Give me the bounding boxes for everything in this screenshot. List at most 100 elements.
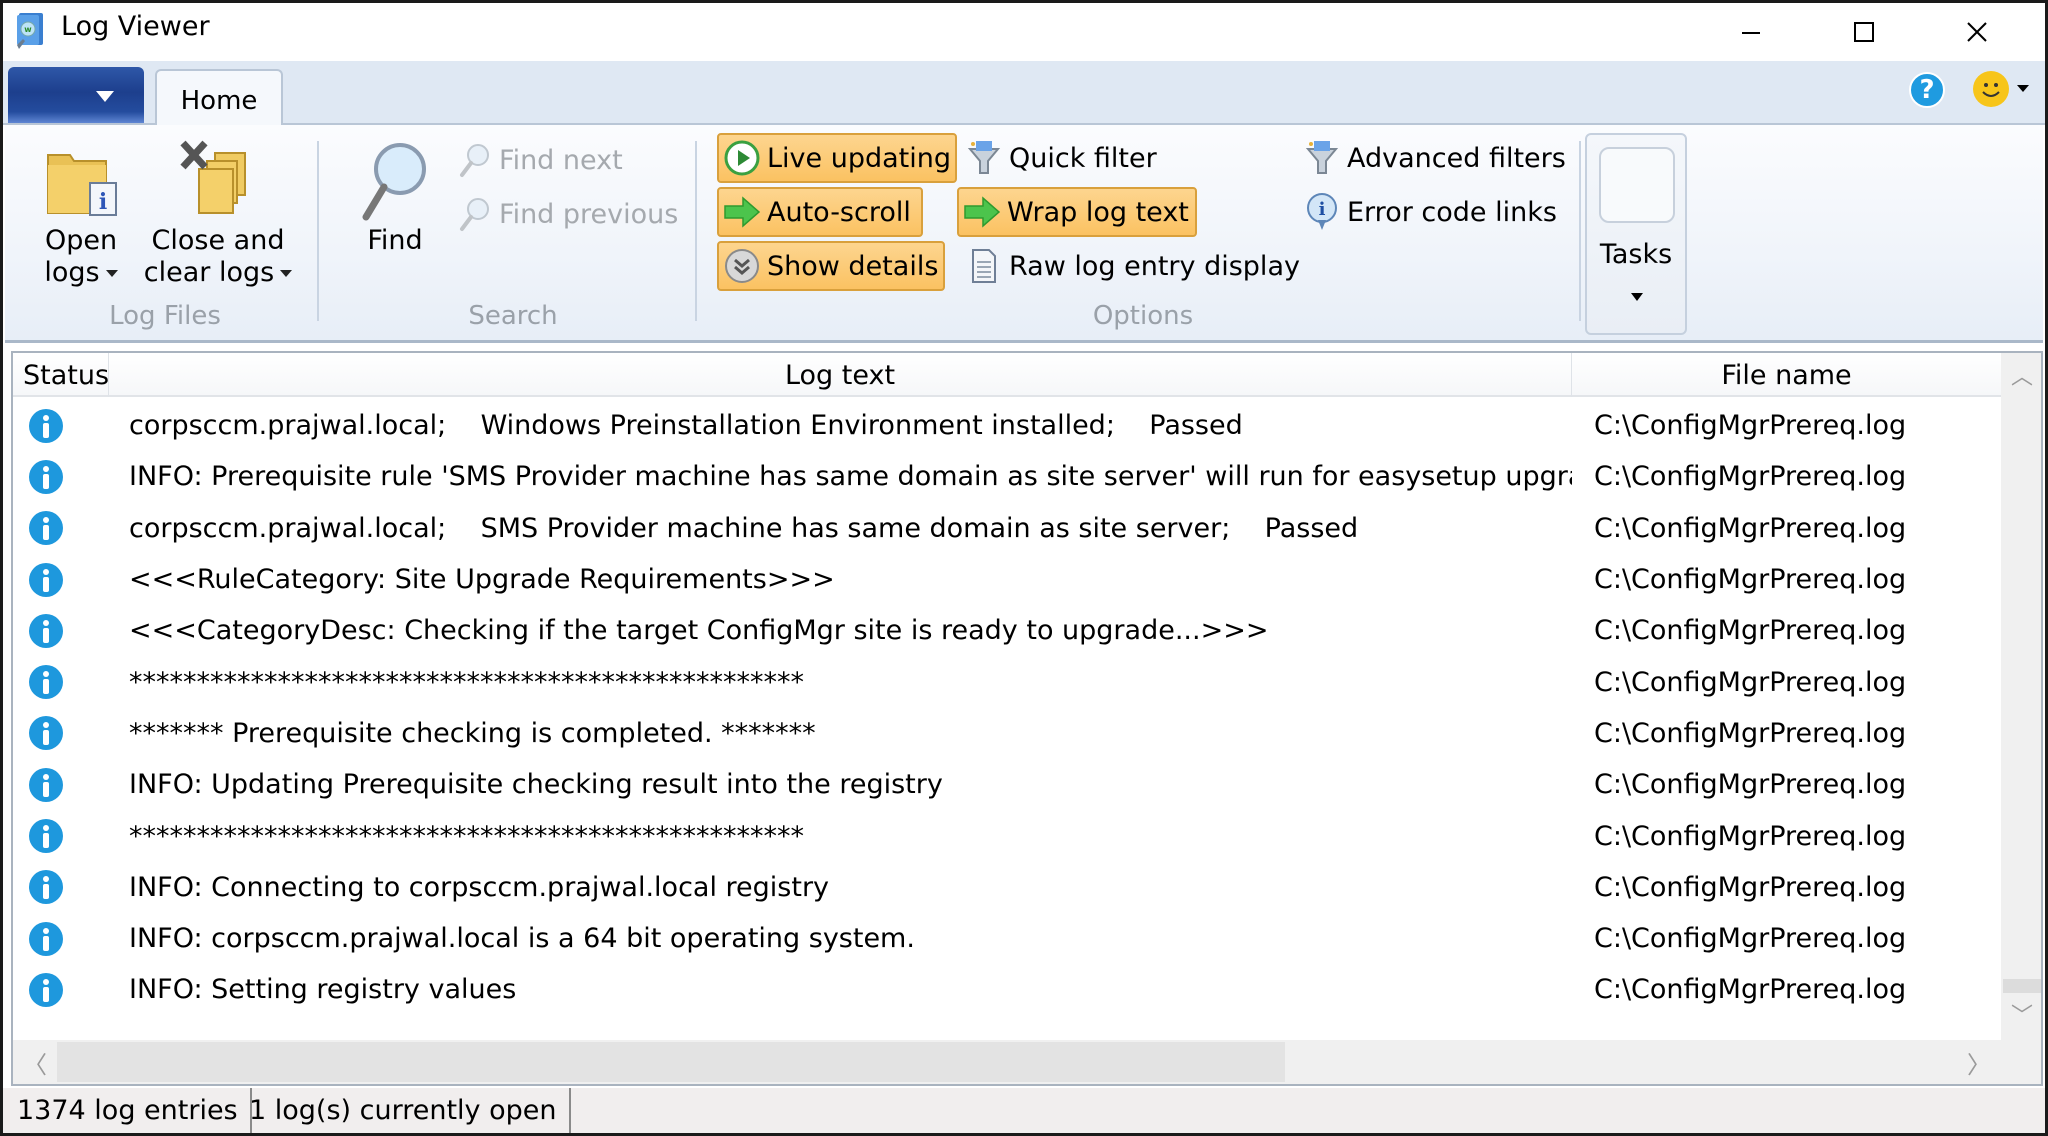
maximize-button[interactable]: [1808, 3, 1920, 61]
column-header-status[interactable]: Status: [13, 353, 109, 397]
file-name-cell: C:\ConfigMgrPrereq.log: [1594, 974, 1907, 1006]
log-text-cell: ******* Prerequisite checking is complet…: [129, 717, 816, 749]
minimize-icon: [1742, 32, 1760, 34]
grid-header: Status Log text File name: [13, 353, 2001, 397]
magnifier-icon: [362, 143, 426, 221]
find-next-button[interactable]: Find next: [451, 135, 631, 185]
file-name-cell: C:\ConfigMgrPrereq.log: [1594, 717, 1907, 749]
log-text-cell: INFO: Updating Prerequisite checking res…: [129, 769, 943, 801]
find-button[interactable]: Find: [345, 139, 445, 257]
app-log-icon: w: [17, 13, 43, 49]
log-text-cell: INFO: Setting registry values: [129, 974, 517, 1006]
info-icon: [29, 613, 63, 648]
column-header-log-text[interactable]: Log text: [109, 353, 1572, 397]
table-row[interactable]: INFO: Setting registry values C:\ConfigMg…: [13, 964, 2001, 1015]
table-row[interactable]: <<<RuleCategory: Site Upgrade Requiremen…: [13, 554, 2001, 605]
scroll-left-icon[interactable]: 〈: [13, 1040, 57, 1084]
status-cell: [13, 562, 109, 597]
column-header-file-name[interactable]: File name: [1572, 353, 2001, 397]
title-bar: w Log Viewer: [3, 3, 2045, 61]
log-text-cell: <<<CategoryDesc: Checking if the target …: [129, 615, 1269, 647]
status-cell: [13, 767, 109, 802]
log-text-cell: INFO: Connecting to corpsccm.prajwal.loc…: [129, 871, 830, 903]
log-entries-grid: Status Log text File name corpsccm.prajw…: [11, 351, 2043, 1086]
close-icon: [1967, 22, 1987, 42]
file-name-cell: C:\ConfigMgrPrereq.log: [1594, 820, 1907, 852]
ribbon-separator: [317, 141, 319, 321]
status-bar: 1374 log entries 1 log(s) currently open: [3, 1088, 2045, 1133]
feedback-button[interactable]: [1973, 71, 2009, 107]
group-label-search: Search: [468, 301, 558, 331]
log-text-cell: <<<RuleCategory: Site Upgrade Requiremen…: [129, 564, 835, 596]
file-name-cell: C:\ConfigMgrPrereq.log: [1594, 410, 1907, 442]
status-cell: [13, 408, 109, 443]
scroll-down-icon[interactable]: ﹀: [2001, 992, 2041, 1036]
log-text-cell: corpsccm.prajwal.local; SMS Provider mac…: [129, 512, 1359, 544]
status-cell: [13, 921, 109, 956]
file-name-cell: C:\ConfigMgrPrereq.log: [1594, 871, 1907, 903]
vertical-scrollbar[interactable]: ︿ ﹀: [2001, 353, 2041, 1036]
info-icon: [29, 921, 63, 956]
scroll-up-icon[interactable]: ︿: [2001, 353, 2041, 397]
find-label: Find: [367, 225, 423, 256]
quick-filter-label: Quick filter: [1009, 142, 1157, 174]
horizontal-scroll-thumb[interactable]: [57, 1042, 1285, 1082]
log-text-cell: INFO: Prerequisite rule 'SMS Provider ma…: [129, 461, 1572, 493]
table-row[interactable]: ******* Prerequisite checking is complet…: [13, 708, 2001, 759]
show-details-toggle[interactable]: Show details: [717, 241, 945, 291]
table-row[interactable]: ****************************************…: [13, 656, 2001, 707]
auto-scroll-toggle[interactable]: Auto-scroll: [717, 187, 923, 237]
show-details-label: Show details: [767, 250, 939, 282]
tasks-dropdown-button[interactable]: Tasks: [1585, 133, 1687, 335]
close-and-clear-logs-button[interactable]: Close and clear logs: [143, 139, 293, 289]
status-cell: [13, 716, 109, 751]
help-button[interactable]: ?: [1909, 72, 1945, 108]
scroll-right-icon[interactable]: 〉: [1957, 1040, 2001, 1084]
status-open-logs: 1 log(s) currently open: [237, 1088, 571, 1133]
table-row[interactable]: INFO: Updating Prerequisite checking res…: [13, 759, 2001, 810]
close-button[interactable]: [1921, 3, 2033, 61]
tasks-icon: [1599, 147, 1675, 223]
tab-home[interactable]: Home: [155, 69, 283, 127]
wrap-log-text-toggle[interactable]: Wrap log text: [957, 187, 1197, 237]
close-logs-label-2: clear logs: [143, 257, 275, 288]
advanced-filters-button[interactable]: Advanced filters: [1299, 133, 1574, 183]
table-row[interactable]: INFO: Connecting to corpsccm.prajwal.loc…: [13, 862, 2001, 913]
quick-filter-button[interactable]: Quick filter: [961, 133, 1165, 183]
help-icon: ?: [1919, 75, 1935, 105]
table-row[interactable]: <<<CategoryDesc: Checking if the target …: [13, 605, 2001, 656]
tasks-label: Tasks: [1599, 239, 1673, 270]
app-menu-button[interactable]: [8, 67, 144, 123]
table-row[interactable]: corpsccm.prajwal.local; Windows Preinsta…: [13, 400, 2001, 451]
status-cell: [13, 511, 109, 546]
vertical-scroll-thumb[interactable]: [2003, 979, 2041, 993]
chevron-down-icon: [96, 91, 114, 102]
raw-log-entry-display-button[interactable]: Raw log entry display: [961, 241, 1308, 291]
ribbon-separator: [1579, 141, 1581, 321]
table-row[interactable]: INFO: Prerequisite rule 'SMS Provider ma…: [13, 451, 2001, 502]
find-previous-button[interactable]: Find previous: [451, 189, 686, 239]
info-icon: [29, 819, 63, 854]
status-cell: [13, 613, 109, 648]
wrap-log-text-label: Wrap log text: [1007, 196, 1189, 228]
filter-icon: [1303, 139, 1341, 177]
live-updating-toggle[interactable]: Live updating: [717, 133, 957, 183]
chevron-down-icon: [1631, 293, 1643, 301]
auto-scroll-label: Auto-scroll: [767, 196, 911, 228]
window-title: Log Viewer: [61, 11, 210, 42]
info-icon: [29, 562, 63, 597]
group-label-options: Options: [1092, 301, 1194, 331]
table-row[interactable]: INFO: corpsccm.prajwal.local is a 64 bit…: [13, 913, 2001, 964]
table-row[interactable]: corpsccm.prajwal.local; SMS Provider mac…: [13, 503, 2001, 554]
table-row[interactable]: ****************************************…: [13, 810, 2001, 861]
minimize-button[interactable]: [1695, 3, 1807, 61]
horizontal-scrollbar[interactable]: 〈 〉: [13, 1040, 2001, 1084]
info-icon: [29, 716, 63, 751]
status-cell: [13, 870, 109, 905]
chevron-down-icon: [105, 270, 118, 277]
error-code-links-button[interactable]: i Error code links: [1299, 187, 1565, 237]
open-logs-button[interactable]: i Open logs: [31, 139, 131, 289]
scrollbar-corner: [2001, 1036, 2041, 1084]
document-icon: [965, 247, 1003, 285]
feedback-dropdown-icon[interactable]: [2017, 85, 2029, 92]
